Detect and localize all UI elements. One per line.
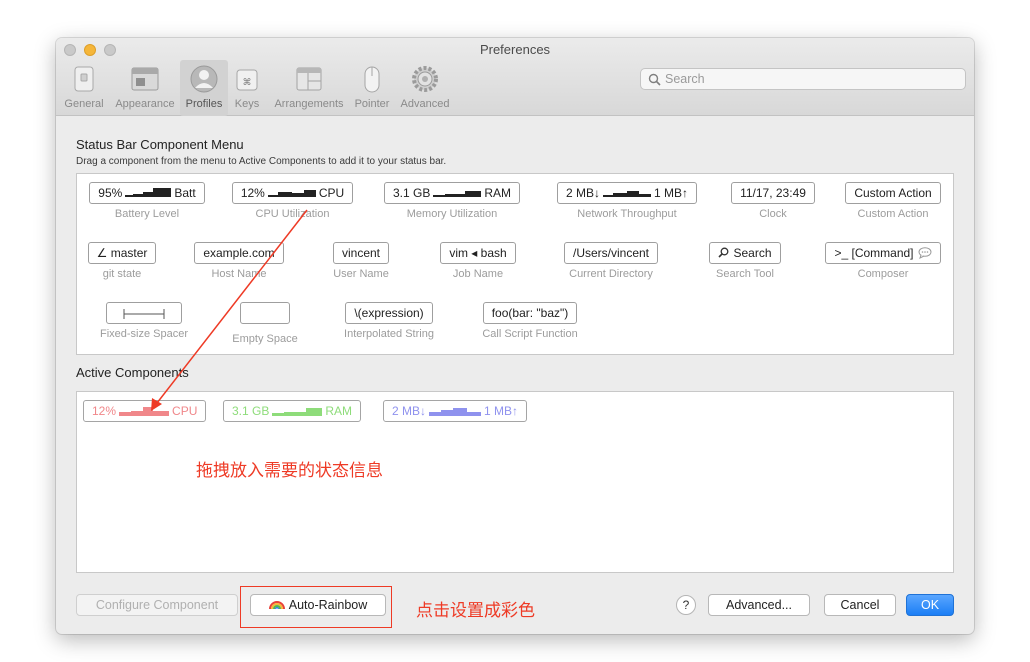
pointer-icon bbox=[364, 66, 380, 93]
component-caption: Fixed-size Spacer bbox=[99, 328, 189, 340]
profile-status-bar-settings: Status Bar Component Menu Drag a compone… bbox=[56, 116, 974, 634]
sparkline bbox=[125, 187, 172, 197]
auto-rainbow-highlight-box bbox=[240, 586, 392, 628]
speech-bubble-icon bbox=[918, 247, 932, 259]
component-chip[interactable]: 11/17, 23:49 bbox=[731, 182, 815, 204]
spacer-icon bbox=[123, 308, 165, 319]
component-caption: CPU Utilization bbox=[255, 208, 330, 220]
component-git-state[interactable]: ∠ master git state bbox=[82, 242, 162, 280]
active-component-ram[interactable]: 3.1 GB RAM bbox=[223, 400, 362, 422]
menu-section-subtitle: Drag a component from the menu to Active… bbox=[76, 156, 447, 167]
component-caption: Call Script Function bbox=[482, 328, 578, 340]
toolbar-item-keys[interactable]: ⌘ Keys bbox=[230, 60, 264, 116]
component-interpolated-string[interactable]: \(expression) Interpolated String bbox=[335, 302, 443, 340]
component-caption: Search Tool bbox=[716, 268, 774, 280]
component-chip[interactable]: 2 MB↓ 1 MB↑ bbox=[556, 182, 698, 204]
component-network-throughput[interactable]: 2 MB↓ 1 MB↑ Network Throughput bbox=[543, 182, 711, 220]
component-menu-panel: 95% Batt Battery Level 12% CPU CPU Utiliza… bbox=[76, 173, 954, 355]
component-fixed-size-spacer[interactable]: Fixed-size Spacer bbox=[91, 302, 197, 340]
component-caption: git state bbox=[102, 268, 142, 280]
magnifier-icon bbox=[718, 247, 729, 258]
sparkline bbox=[267, 189, 316, 197]
active-section-title: Active Components bbox=[76, 365, 189, 380]
component-caption: Clock bbox=[759, 208, 787, 220]
component-host-name[interactable]: example.com Host Name bbox=[185, 242, 293, 280]
svg-text:⌘: ⌘ bbox=[243, 78, 252, 88]
component-caption: Host Name bbox=[211, 268, 267, 280]
component-call-script-function[interactable]: foo(bar: "baz") Call Script Function bbox=[475, 302, 585, 340]
active-component-cpu[interactable]: 12% CPU bbox=[83, 400, 207, 422]
component-caption: Memory Utilization bbox=[406, 208, 498, 220]
component-cpu-utilization[interactable]: 12% CPU CPU Utilization bbox=[225, 182, 360, 220]
appearance-icon bbox=[131, 67, 159, 91]
sparkline bbox=[119, 406, 170, 416]
component-chip[interactable] bbox=[240, 302, 290, 324]
titlebar: Preferences General Appearance Profiles … bbox=[56, 38, 974, 116]
component-composer[interactable]: >_ [Command] Composer bbox=[817, 242, 949, 280]
component-caption: Job Name bbox=[452, 268, 504, 280]
help-button[interactable]: ? bbox=[676, 595, 696, 615]
toolbar-item-general[interactable]: General bbox=[62, 60, 106, 116]
component-caption: Current Directory bbox=[569, 268, 653, 280]
sparkline bbox=[603, 190, 651, 197]
sparkline bbox=[433, 190, 482, 197]
toolbar-item-appearance[interactable]: Appearance bbox=[110, 60, 180, 116]
component-chip[interactable]: \(expression) bbox=[345, 302, 433, 324]
component-caption: User Name bbox=[333, 268, 389, 280]
component-empty-space[interactable]: Empty Space bbox=[225, 302, 305, 345]
component-caption: Composer bbox=[857, 268, 909, 280]
active-components-panel[interactable]: 12% CPU 3.1 GB RAM 2 MB↓ 1 MB↑ bbox=[76, 391, 954, 573]
component-caption: Interpolated String bbox=[344, 328, 434, 340]
component-chip[interactable]: >_ [Command] bbox=[825, 242, 941, 264]
component-chip[interactable]: Custom Action bbox=[845, 182, 941, 204]
drag-hint-annotation: 拖拽放入需要的状态信息 bbox=[196, 461, 383, 481]
component-battery-level[interactable]: 95% Batt Battery Level bbox=[82, 182, 212, 220]
component-chip[interactable]: foo(bar: "baz") bbox=[482, 302, 578, 324]
component-current-directory[interactable]: /Users/vincent Current Directory bbox=[551, 242, 671, 280]
sparkline bbox=[272, 407, 323, 416]
general-icon bbox=[74, 66, 94, 92]
component-caption: Empty Space bbox=[232, 333, 298, 345]
component-caption: Custom Action bbox=[857, 208, 929, 220]
component-chip[interactable]: 12% CPU bbox=[231, 182, 354, 204]
toolbar-item-advanced[interactable]: Advanced bbox=[396, 60, 454, 116]
arrangements-icon bbox=[296, 67, 322, 91]
component-caption: Network Throughput bbox=[577, 208, 677, 220]
active-component-network[interactable]: 2 MB↓ 1 MB↑ bbox=[383, 400, 528, 422]
component-custom-action[interactable]: Custom Action Custom Action bbox=[837, 182, 949, 220]
search-field[interactable]: Search bbox=[640, 68, 966, 90]
component-chip[interactable]: 95% Batt bbox=[89, 182, 205, 204]
toolbar-item-arrangements[interactable]: Arrangements bbox=[268, 60, 350, 116]
keys-icon: ⌘ bbox=[236, 69, 258, 91]
component-chip[interactable]: ∠ master bbox=[87, 242, 157, 264]
search-icon bbox=[648, 73, 661, 86]
ok-button[interactable]: OK bbox=[906, 594, 954, 616]
component-user-name[interactable]: vincent User Name bbox=[323, 242, 399, 280]
component-chip[interactable]: Search bbox=[709, 242, 781, 264]
profiles-icon bbox=[190, 65, 218, 93]
toolbar-item-profiles[interactable]: Profiles bbox=[180, 60, 228, 116]
component-job-name[interactable]: vim ◂ bash Job Name bbox=[427, 242, 529, 280]
component-chip[interactable]: vim ◂ bash bbox=[440, 242, 516, 264]
component-chip[interactable]: 3.1 GB RAM bbox=[383, 182, 521, 204]
rainbow-hint-annotation: 点击设置成彩色 bbox=[416, 601, 535, 621]
advanced-button[interactable]: Advanced... bbox=[708, 594, 810, 616]
sparkline bbox=[429, 407, 482, 416]
component-search-tool[interactable]: Search Search Tool bbox=[697, 242, 793, 280]
toolbar-item-pointer[interactable]: Pointer bbox=[350, 60, 394, 116]
component-clock[interactable]: 11/17, 23:49 Clock bbox=[723, 182, 823, 220]
component-chip[interactable] bbox=[106, 302, 182, 324]
menu-section-title: Status Bar Component Menu bbox=[76, 137, 244, 152]
search-placeholder: Search bbox=[665, 72, 705, 86]
cancel-button[interactable]: Cancel bbox=[824, 594, 896, 616]
window-title: Preferences bbox=[479, 42, 551, 57]
configure-component-button[interactable]: Configure Component bbox=[76, 594, 238, 616]
advanced-icon bbox=[412, 66, 438, 92]
component-memory-utilization[interactable]: 3.1 GB RAM Memory Utilization bbox=[377, 182, 527, 220]
component-chip[interactable]: /Users/vincent bbox=[563, 242, 659, 264]
component-chip[interactable]: example.com bbox=[194, 242, 284, 264]
component-chip[interactable]: vincent bbox=[332, 242, 390, 264]
preferences-window: Preferences General Appearance Profiles … bbox=[56, 38, 974, 634]
component-caption: Battery Level bbox=[114, 208, 180, 220]
